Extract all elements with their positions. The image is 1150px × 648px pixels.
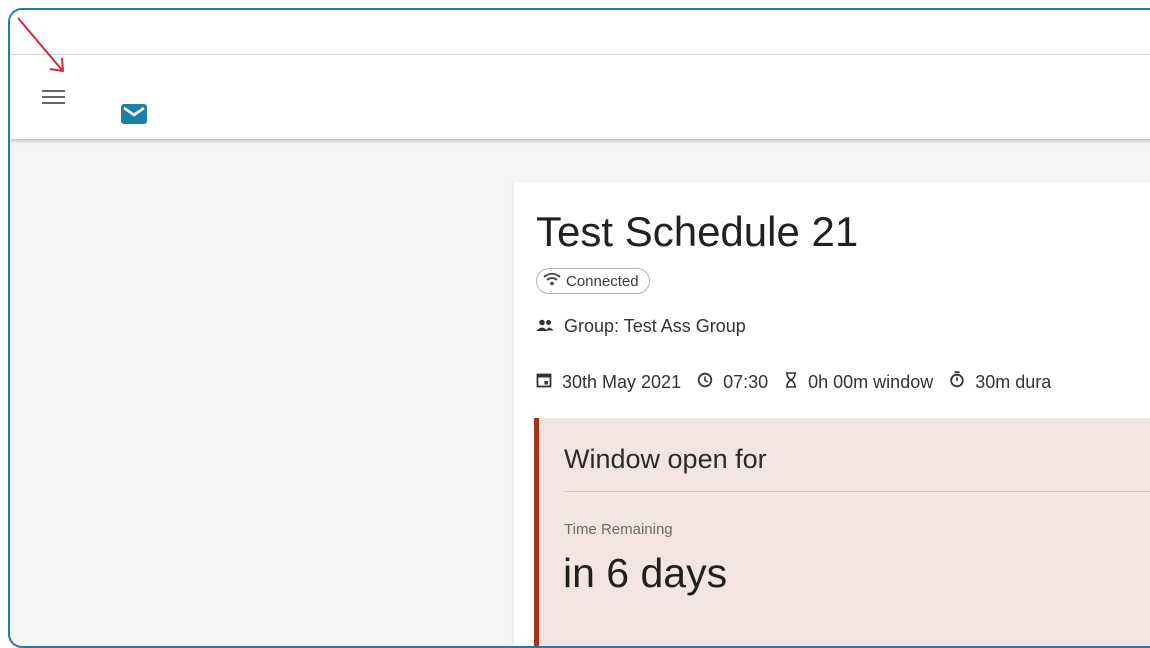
timer-icon — [949, 371, 975, 393]
clock-icon — [697, 372, 723, 393]
connection-status-label: Connected — [566, 272, 639, 290]
browser-top-strip — [10, 10, 1150, 55]
calendar-icon — [536, 372, 562, 393]
hamburger-menu-icon[interactable] — [38, 85, 70, 111]
group-label: Group: Test Ass Group — [564, 316, 746, 336]
app-bar — [10, 55, 1150, 139]
mail-icon[interactable] — [120, 103, 148, 125]
time-item: 07:30 — [697, 372, 768, 393]
date-label: 30th May 2021 — [562, 371, 682, 392]
hourglass-icon — [784, 371, 808, 393]
window-open-panel: Window open for Time Remaining in 6 days — [534, 418, 1150, 646]
duration-item: 30m dura — [949, 371, 1051, 393]
group-icon — [536, 316, 564, 337]
app-window: Test Schedule 21 Connected Group: Test A… — [8, 8, 1150, 648]
window-item: 0h 00m window — [784, 372, 933, 393]
time-label: 07:30 — [723, 371, 769, 392]
divider — [564, 491, 1150, 492]
schedule-card: Test Schedule 21 Connected Group: Test A… — [514, 182, 1150, 646]
time-remaining-value: in 6 days — [563, 550, 728, 596]
wifi-icon — [543, 272, 561, 291]
annotation-arrow-icon — [17, 17, 64, 72]
window-label: 0h 00m window — [808, 371, 934, 392]
schedule-meta: 30th May 2021 07:30 0h 00m window 30m du… — [536, 371, 1067, 393]
window-open-heading: Window open for — [564, 444, 767, 474]
schedule-title: Test Schedule 21 — [536, 208, 859, 255]
group-info: Group: Test Ass Group — [536, 316, 746, 337]
date-item: 30th May 2021 — [536, 372, 681, 393]
duration-label: 30m dura — [975, 371, 1052, 392]
time-remaining-label: Time Remaining — [564, 521, 673, 538]
connection-status-chip: Connected — [536, 268, 650, 294]
